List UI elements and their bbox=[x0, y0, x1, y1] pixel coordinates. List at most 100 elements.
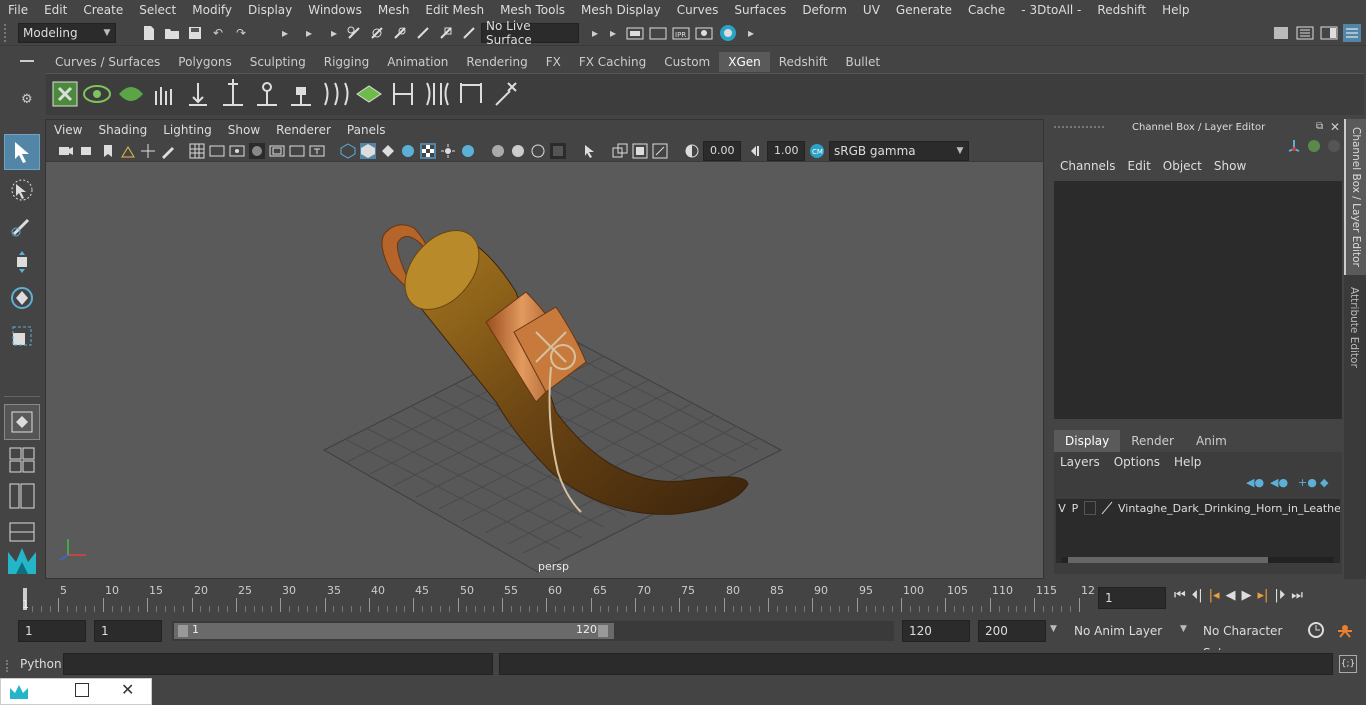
render-settings-icon[interactable] bbox=[695, 24, 713, 42]
grip-handle[interactable] bbox=[4, 24, 10, 42]
channel-box-menu-edit[interactable]: Edit bbox=[1122, 159, 1157, 173]
layer-color-swatch[interactable] bbox=[1100, 501, 1114, 515]
shelf-tab-rendering[interactable]: Rendering bbox=[457, 52, 537, 72]
menu-item-generate[interactable]: Generate bbox=[888, 3, 960, 17]
tab-attribute-editor[interactable]: Attribute Editor bbox=[1344, 281, 1366, 377]
range-left-grip[interactable] bbox=[178, 625, 188, 637]
shelf-tab-polygons[interactable]: Polygons bbox=[169, 52, 241, 72]
menu-item-cache[interactable]: Cache bbox=[960, 3, 1013, 17]
layer-tab-render[interactable]: Render bbox=[1120, 430, 1185, 452]
shelf-tab-fx-caching[interactable]: FX Caching bbox=[569, 52, 656, 72]
grid-toggle-icon[interactable] bbox=[189, 143, 205, 159]
snap-grid-icon[interactable] bbox=[345, 24, 363, 42]
maya-window-icon[interactable] bbox=[9, 684, 31, 700]
range-slider-handle[interactable] bbox=[174, 623, 614, 639]
play-backward-icon[interactable]: ◀ bbox=[1226, 588, 1236, 603]
cmd-input[interactable] bbox=[63, 653, 493, 675]
menu-item-mesh-tools[interactable]: Mesh Tools bbox=[492, 3, 573, 17]
step-forward-key-icon[interactable]: ▸| bbox=[1258, 588, 1269, 603]
collapse-icon[interactable]: ▸ bbox=[276, 24, 294, 42]
menu-item-help[interactable]: Help bbox=[1154, 3, 1197, 17]
layer-move-down-icon[interactable]: ◀● bbox=[1270, 476, 1288, 489]
collapse-icon-4[interactable]: ▸ bbox=[586, 24, 604, 42]
menu-item-mesh-display[interactable]: Mesh Display bbox=[573, 3, 669, 17]
tab-channel-box[interactable]: Channel Box / Layer Editor bbox=[1344, 119, 1366, 275]
render-view-icon[interactable] bbox=[649, 24, 667, 42]
menu-item-create[interactable]: Create bbox=[75, 3, 131, 17]
cmd-language-label[interactable]: Python bbox=[20, 657, 62, 671]
collapse-icon-3[interactable]: ▸ bbox=[325, 24, 343, 42]
anim-prefs-icon[interactable] bbox=[1336, 621, 1354, 639]
layer-name[interactable]: Vintaghe_Dark_Drinking_Horn_in_Leather_C bbox=[1118, 502, 1340, 515]
new-scene-icon[interactable] bbox=[140, 24, 158, 42]
step-forward-icon[interactable]: |⏵ bbox=[1274, 588, 1285, 603]
layer-move-up-icon[interactable]: ◀● bbox=[1246, 476, 1264, 489]
manip-dot-icon[interactable] bbox=[1308, 140, 1320, 152]
smooth-shade-icon[interactable] bbox=[360, 143, 376, 159]
timeline-ruler[interactable]: 1 5 10 15 20 25 30 35 40 45 50 55 60 65 70 75 80 85 90 95 1… bbox=[18, 584, 1095, 612]
sync-dot-icon[interactable] bbox=[1328, 140, 1340, 152]
isolate-select-icon[interactable] bbox=[582, 143, 598, 159]
menu-item-mesh[interactable]: Mesh bbox=[370, 3, 418, 17]
safe-title-icon[interactable] bbox=[309, 143, 325, 159]
layout-four-icon[interactable] bbox=[4, 442, 40, 478]
close-icon[interactable]: ✕ bbox=[121, 680, 134, 699]
exposure-icon[interactable] bbox=[684, 143, 700, 159]
exposure-field[interactable]: 0.00 bbox=[703, 141, 741, 161]
toggle-sidebar-icon[interactable] bbox=[1296, 24, 1314, 42]
xgen-editor-icon[interactable] bbox=[50, 79, 80, 109]
menu-item-surfaces[interactable]: Surfaces bbox=[726, 3, 794, 17]
guide-curves-icon[interactable] bbox=[320, 79, 350, 109]
xray-active-icon[interactable] bbox=[632, 143, 648, 159]
field-chart-icon[interactable] bbox=[269, 143, 285, 159]
go-to-end-icon[interactable]: ⏭ bbox=[1291, 588, 1303, 603]
step-back-icon[interactable]: ⏴| bbox=[1192, 588, 1203, 603]
menu-item-redshift[interactable]: Redshift bbox=[1089, 3, 1154, 17]
select-tool-icon[interactable] bbox=[4, 134, 40, 170]
shelf-tab-rigging[interactable]: Rigging bbox=[314, 52, 379, 72]
camera-select-icon[interactable] bbox=[58, 143, 74, 159]
toggle-attr-icon[interactable] bbox=[1320, 24, 1338, 42]
camera-lock-icon[interactable] bbox=[80, 143, 96, 159]
default-material-icon[interactable] bbox=[380, 143, 396, 159]
time-slider[interactable]: 1 5 10 15 20 25 30 35 40 45 50 55 60 65 70 75 80 85 90 95 1… bbox=[0, 580, 1366, 616]
anim-end-field[interactable]: 200 bbox=[978, 620, 1046, 642]
convert-guides-icon[interactable] bbox=[388, 79, 418, 109]
menu-item-edit[interactable]: Edit bbox=[36, 3, 75, 17]
interactive-groom-icon[interactable] bbox=[150, 79, 180, 109]
render-frame-icon[interactable] bbox=[626, 24, 644, 42]
anim-start-field[interactable]: 1 bbox=[18, 620, 86, 642]
wireframe-icon[interactable] bbox=[340, 143, 356, 159]
play-forward-icon[interactable]: ▶ bbox=[1242, 588, 1252, 603]
viewport-menu-renderer[interactable]: Renderer bbox=[268, 123, 339, 137]
menu-item-edit-mesh[interactable]: Edit Mesh bbox=[417, 3, 492, 17]
motion-blur-icon[interactable] bbox=[510, 143, 526, 159]
shelf-tab-curves-surfaces[interactable]: Curves / Surfaces bbox=[46, 52, 170, 72]
gamma-icon[interactable] bbox=[748, 143, 764, 159]
layer-tab-anim[interactable]: Anim bbox=[1184, 430, 1238, 452]
menu-item-3dtoall[interactable]: - 3DtoAll - bbox=[1013, 3, 1089, 17]
channel-box-menu-show[interactable]: Show bbox=[1208, 159, 1252, 173]
move-tool-icon[interactable] bbox=[4, 244, 40, 280]
anim-layer-dropdown[interactable]: No Anim Layer bbox=[1068, 620, 1172, 642]
xgen-leaf-icon[interactable] bbox=[116, 79, 146, 109]
shelf-tab-bullet[interactable]: Bullet bbox=[836, 52, 890, 72]
resolution-gate-icon[interactable] bbox=[229, 143, 245, 159]
chevron-down-icon[interactable]: ▼ bbox=[1050, 624, 1057, 634]
textured-icon[interactable] bbox=[400, 143, 416, 159]
undo-icon[interactable]: ↶ bbox=[209, 24, 227, 42]
viewport-menu-show[interactable]: Show bbox=[220, 123, 268, 137]
shelf-tab-redshift[interactable]: Redshift bbox=[769, 52, 837, 72]
playback-end-field[interactable]: 120 bbox=[902, 620, 970, 642]
shelf-menu-icon[interactable] bbox=[20, 60, 34, 62]
color-management-icon[interactable]: CM bbox=[809, 143, 825, 159]
open-scene-icon[interactable] bbox=[163, 24, 181, 42]
auto-key-icon[interactable] bbox=[1307, 621, 1325, 639]
layer-menu-layers[interactable]: Layers bbox=[1060, 455, 1108, 469]
layer-row[interactable]: V P Vintaghe_Dark_Drinking_Horn_in_Leath… bbox=[1056, 499, 1340, 517]
range-right-grip[interactable] bbox=[598, 625, 608, 637]
guide-to-curve-icon[interactable] bbox=[456, 79, 486, 109]
hypershade-icon[interactable] bbox=[719, 24, 737, 42]
pivot-icon[interactable] bbox=[1286, 139, 1302, 155]
panel-grip[interactable] bbox=[1054, 126, 1104, 130]
